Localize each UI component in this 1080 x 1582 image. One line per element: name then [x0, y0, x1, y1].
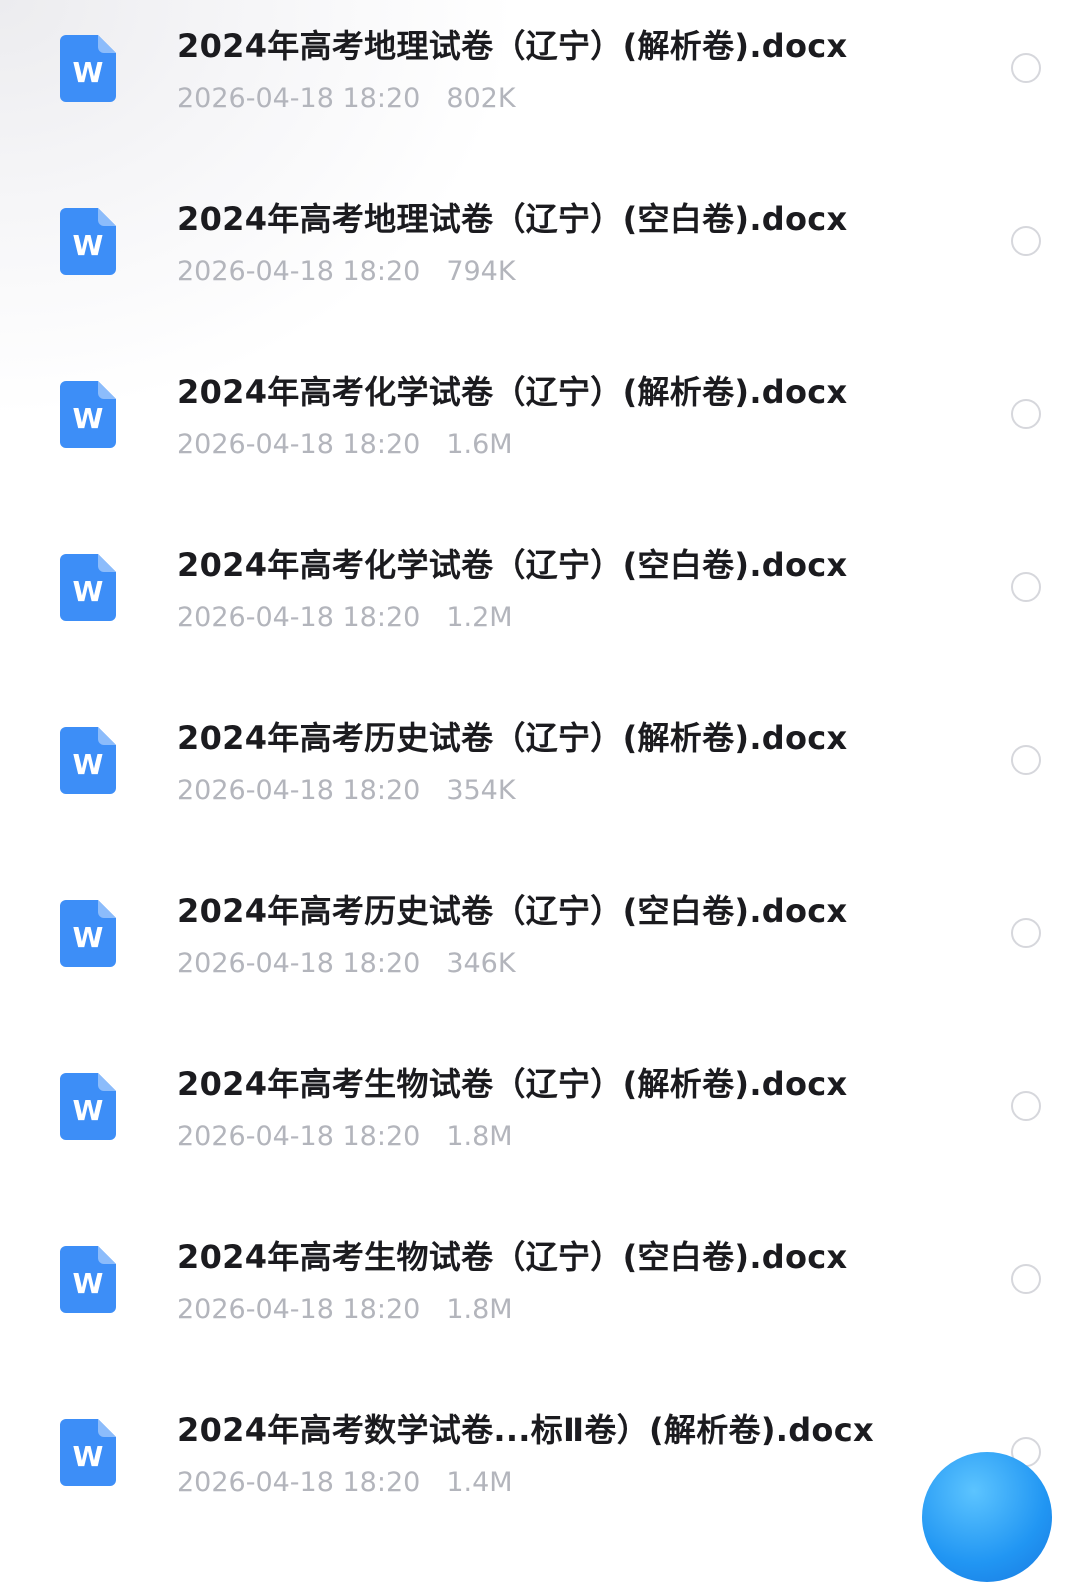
file-size: 1.8M	[446, 1294, 513, 1325]
file-meta: 2026-04-18 18:20 1.6M	[177, 426, 513, 464]
select-radio[interactable]	[1011, 399, 1041, 429]
file-name: 2024年高考历史试卷（辽宁）(解析卷).docx	[177, 719, 848, 757]
file-date: 2026-04-18 18:20	[177, 1121, 421, 1152]
word-doc-icon: W	[60, 1419, 116, 1486]
svg-text:W: W	[73, 1094, 104, 1127]
file-name: 2024年高考化学试卷（辽宁）(解析卷).docx	[177, 373, 848, 411]
file-date: 2026-04-18 18:20	[177, 602, 421, 633]
select-radio[interactable]	[1011, 572, 1041, 602]
svg-text:W: W	[73, 229, 104, 262]
file-meta: 2026-04-18 18:20 346K	[177, 945, 516, 983]
svg-text:W: W	[73, 1440, 104, 1473]
file-name: 2024年高考生物试卷（辽宁）(解析卷).docx	[177, 1065, 848, 1103]
file-meta: 2026-04-18 18:20 1.4M	[177, 1464, 513, 1502]
select-radio[interactable]	[1011, 1264, 1041, 1294]
word-doc-icon: W	[60, 900, 116, 967]
file-size: 1.6M	[446, 429, 513, 460]
file-name: 2024年高考生物试卷（辽宁）(空白卷).docx	[177, 1238, 848, 1276]
file-row[interactable]: W 2024年高考地理试卷（辽宁）(解析卷).docx 2026-04-18 1…	[0, 0, 1080, 173]
file-meta: 2026-04-18 18:20 1.8M	[177, 1291, 513, 1329]
file-row[interactable]: W 2024年高考生物试卷（辽宁）(空白卷).docx 2026-04-18 1…	[0, 1211, 1080, 1384]
file-date: 2026-04-18 18:20	[177, 429, 421, 460]
file-date: 2026-04-18 18:20	[177, 775, 421, 806]
file-row[interactable]: W 2024年高考历史试卷（辽宁）(空白卷).docx 2026-04-18 1…	[0, 865, 1080, 1038]
select-radio[interactable]	[1011, 745, 1041, 775]
word-doc-icon: W	[60, 727, 116, 794]
file-meta: 2026-04-18 18:20 794K	[177, 253, 516, 291]
file-meta: 2026-04-18 18:20 1.8M	[177, 1118, 513, 1156]
file-date: 2026-04-18 18:20	[177, 1294, 421, 1325]
file-row[interactable]: W 2024年高考数学试卷...标Ⅱ卷）(解析卷).docx 2026-04-1…	[0, 1384, 1080, 1557]
word-doc-icon: W	[60, 381, 116, 448]
file-name: 2024年高考化学试卷（辽宁）(空白卷).docx	[177, 546, 848, 584]
select-radio[interactable]	[1011, 1091, 1041, 1121]
file-row[interactable]: W 2024年高考地理试卷（辽宁）(空白卷).docx 2026-04-18 1…	[0, 173, 1080, 346]
file-name: 2024年高考历史试卷（辽宁）(空白卷).docx	[177, 892, 848, 930]
file-name: 2024年高考地理试卷（辽宁）(解析卷).docx	[177, 27, 848, 65]
file-size: 1.8M	[446, 1121, 513, 1152]
select-radio[interactable]	[1011, 53, 1041, 83]
file-name: 2024年高考数学试卷...标Ⅱ卷）(解析卷).docx	[177, 1411, 874, 1449]
file-size: 802K	[446, 83, 516, 114]
svg-text:W: W	[73, 1267, 104, 1300]
file-meta: 2026-04-18 18:20 802K	[177, 80, 516, 118]
word-doc-icon: W	[60, 35, 116, 102]
file-row[interactable]: W 2024年高考化学试卷（辽宁）(空白卷).docx 2026-04-18 1…	[0, 519, 1080, 692]
svg-text:W: W	[73, 56, 104, 89]
file-size: 794K	[446, 256, 516, 287]
file-meta: 2026-04-18 18:20 1.2M	[177, 599, 513, 637]
file-row[interactable]: W 2024年高考化学试卷（辽宁）(解析卷).docx 2026-04-18 1…	[0, 346, 1080, 519]
svg-text:W: W	[73, 921, 104, 954]
file-date: 2026-04-18 18:20	[177, 948, 421, 979]
select-radio[interactable]	[1011, 226, 1041, 256]
word-doc-icon: W	[60, 1073, 116, 1140]
word-doc-icon: W	[60, 554, 116, 621]
word-doc-icon: W	[60, 1246, 116, 1313]
svg-text:W: W	[73, 575, 104, 608]
file-size: 1.2M	[446, 602, 513, 633]
file-size: 346K	[446, 948, 516, 979]
file-size: 354K	[446, 775, 516, 806]
file-size: 1.4M	[446, 1467, 513, 1498]
file-row[interactable]: W 2024年高考历史试卷（辽宁）(解析卷).docx 2026-04-18 1…	[0, 692, 1080, 865]
file-meta: 2026-04-18 18:20 354K	[177, 772, 516, 810]
svg-text:W: W	[73, 402, 104, 435]
word-doc-icon: W	[60, 208, 116, 275]
file-row[interactable]: W 2024年高考生物试卷（辽宁）(解析卷).docx 2026-04-18 1…	[0, 1038, 1080, 1211]
floating-action-button[interactable]	[922, 1452, 1052, 1582]
file-date: 2026-04-18 18:20	[177, 1467, 421, 1498]
file-name: 2024年高考地理试卷（辽宁）(空白卷).docx	[177, 200, 848, 238]
file-date: 2026-04-18 18:20	[177, 83, 421, 114]
file-date: 2026-04-18 18:20	[177, 256, 421, 287]
select-radio[interactable]	[1011, 918, 1041, 948]
file-list: W 2024年高考地理试卷（辽宁）(解析卷).docx 2026-04-18 1…	[0, 0, 1080, 1557]
svg-text:W: W	[73, 748, 104, 781]
